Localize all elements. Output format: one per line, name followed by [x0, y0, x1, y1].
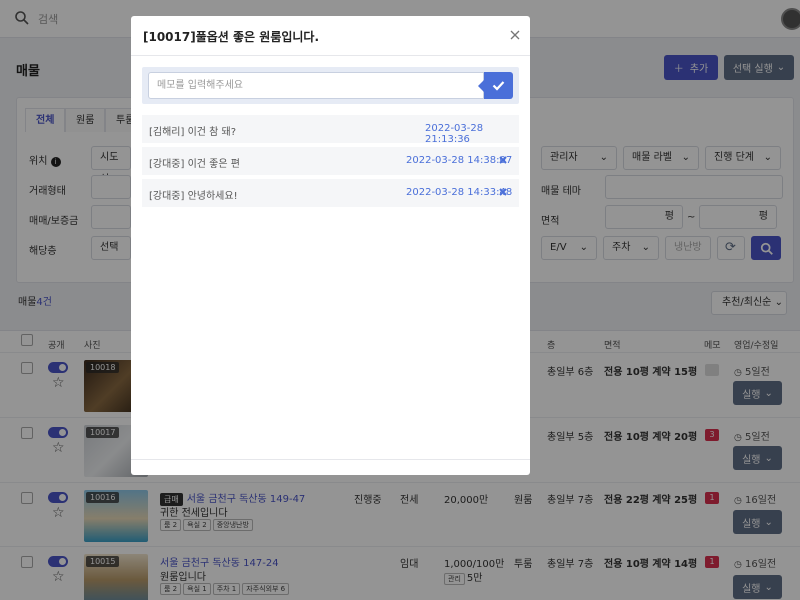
memo-item: [김해리] 이건 참 돼? 2022-03-28 21:13:36: [142, 115, 519, 145]
memo-modal: [10017]풀옵션 좋은 원룸입니다. [김해리] 이건 참 돼? 2022-…: [131, 16, 530, 475]
modal-title: [10017]풀옵션 좋은 원룸입니다.: [143, 30, 320, 44]
delete-icon[interactable]: [498, 187, 508, 197]
delete-icon[interactable]: [498, 155, 508, 165]
memo-item: [강대중] 안녕하세요! 2022-03-28 14:33:48: [142, 179, 519, 207]
memo-date: 2022-03-28 14:38:07: [406, 155, 513, 166]
memo-text: [강대중] 안녕하세요!: [149, 191, 238, 202]
close-icon[interactable]: [508, 28, 522, 42]
memo-input-bar: [142, 67, 519, 104]
check-icon: [492, 81, 505, 91]
modal-header: [10017]풀옵션 좋은 원룸입니다.: [131, 16, 530, 56]
memo-date: 2022-03-28 14:33:48: [406, 187, 513, 198]
memo-submit-button[interactable]: [478, 72, 513, 99]
memo-item: [강대중] 이건 좋은 편 2022-03-28 14:38:07: [142, 147, 519, 175]
memo-input[interactable]: [148, 72, 484, 99]
modal-footer-divider: [131, 459, 530, 460]
memo-text: [김해리] 이건 참 돼?: [149, 127, 237, 138]
memo-date: 2022-03-28 21:13:36: [425, 123, 484, 145]
memo-text: [강대중] 이건 좋은 편: [149, 159, 240, 170]
